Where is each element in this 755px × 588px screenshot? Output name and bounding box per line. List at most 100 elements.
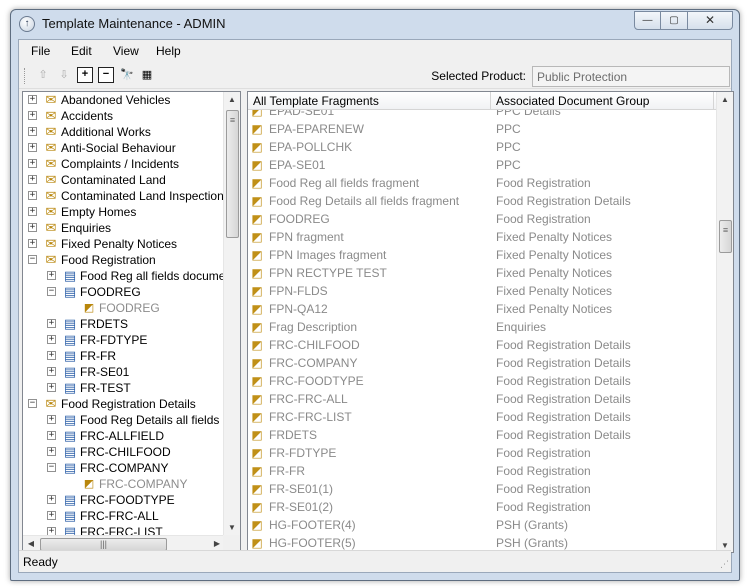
list-row[interactable]: ◩ EPA-SE01 PPC [248, 156, 718, 174]
expand-icon[interactable]: + [28, 127, 37, 136]
tree-node[interactable]: + ✉ Accidents [23, 108, 225, 124]
column-separator[interactable] [490, 92, 491, 110]
list-row[interactable]: ◩ FR-FR Food Registration [248, 462, 718, 480]
tree-node[interactable]: + ▤ FRC-FOODTYPE [23, 492, 225, 508]
expand-icon[interactable]: + [28, 175, 37, 184]
tree-node[interactable]: + ✉ Contaminated Land [23, 172, 225, 188]
template-tree[interactable]: + ✉ Abandoned Vehicles + ✉ Accidents + ✉ Additio… [23, 92, 225, 536]
move-up-icon[interactable]: ⇧ [35, 67, 51, 83]
tree-node[interactable]: + ▤ Food Reg Details all fields d [23, 412, 225, 428]
list-row[interactable]: ◩ Food Reg Details all fields fragment Foo… [248, 192, 718, 210]
tree-node[interactable]: + ▤ FRC-ALLFIELD [23, 428, 225, 444]
size-grip-icon[interactable]: ⋰ [720, 559, 729, 570]
expand-icon[interactable]: + [28, 143, 37, 152]
expand-icon[interactable]: + [47, 319, 56, 328]
pane-splitter[interactable] [243, 91, 246, 553]
tree-node[interactable]: + ▤ FRC-CHILFOOD [23, 444, 225, 460]
tree-node[interactable]: + ▤ FR-TEST [23, 380, 225, 396]
list-row[interactable]: ◩ FR-FDTYPE Food Registration [248, 444, 718, 462]
tree-node[interactable]: + ✉ Complaints / Incidents [23, 156, 225, 172]
expand-all-icon[interactable]: + [77, 67, 93, 83]
tree-node[interactable]: − ✉ Food Registration Details [23, 396, 225, 412]
tree-node[interactable]: ◩ FRC-COMPANY [23, 476, 225, 492]
expand-icon[interactable]: + [28, 239, 37, 248]
expand-icon[interactable]: + [28, 207, 37, 216]
tree-node[interactable]: + ▤ FR-FR [23, 348, 225, 364]
tree-node[interactable]: + ✉ Anti-Social Behaviour [23, 140, 225, 156]
list-row[interactable]: ◩ Food Reg all fields fragment Food Regist… [248, 174, 718, 192]
tree-node[interactable]: ◩ FOODREG [23, 300, 225, 316]
list-scroll-thumb[interactable]: ≡ [719, 220, 732, 253]
menu-help[interactable]: Help [156, 44, 181, 58]
collapse-icon[interactable]: − [28, 399, 37, 408]
list-row[interactable]: ◩ FOODREG Food Registration [248, 210, 718, 228]
collapse-all-icon[interactable]: − [98, 67, 114, 83]
list-vertical-scrollbar[interactable]: ▲ ≡ ▼ [716, 92, 733, 552]
tree-node[interactable]: − ✉ Food Registration [23, 252, 225, 268]
tree-node[interactable]: + ✉ Contaminated Land Inspections [23, 188, 225, 204]
list-row[interactable]: ◩ FR-SE01(1) Food Registration [248, 480, 718, 498]
title-bar[interactable]: ↑ Template Maintenance - ADMIN — ▢ ✕ [11, 10, 739, 38]
move-down-icon[interactable]: ⇩ [56, 67, 72, 83]
list-row[interactable]: ◩ FPN-QA12 Fixed Penalty Notices [248, 300, 718, 318]
expand-icon[interactable]: + [28, 223, 37, 232]
expand-icon[interactable]: + [47, 415, 56, 424]
list-row[interactable]: ◩ FRC-COMPANY Food Registration Details [248, 354, 718, 372]
tree-node[interactable]: − ▤ FRC-COMPANY [23, 460, 225, 476]
tree-node[interactable]: + ▤ FR-FDTYPE [23, 332, 225, 348]
expand-icon[interactable]: + [47, 271, 56, 280]
list-row[interactable]: ◩ EPA-POLLCHK PPC [248, 138, 718, 156]
tree-node[interactable]: + ✉ Empty Homes [23, 204, 225, 220]
collapse-icon[interactable]: − [47, 287, 56, 296]
list-row[interactable]: ◩ FRC-CHILFOOD Food Registration Details [248, 336, 718, 354]
list-row[interactable]: ◩ FRC-FRC-ALL Food Registration Details [248, 390, 718, 408]
tree-node[interactable]: + ▤ FRDETS [23, 316, 225, 332]
minimize-button[interactable]: — [634, 11, 661, 30]
tree-node[interactable]: + ▤ Food Reg all fields docume [23, 268, 225, 284]
tree-vertical-scrollbar[interactable]: ▲ ≡ ▼ [223, 92, 240, 536]
column-separator[interactable] [713, 92, 714, 110]
properties-icon[interactable]: ▦ [139, 67, 155, 83]
list-row[interactable]: ◩ FRC-FOODTYPE Food Registration Details [248, 372, 718, 390]
tree-node[interactable]: + ✉ Fixed Penalty Notices [23, 236, 225, 252]
tree-scroll-thumb[interactable]: ≡ [226, 110, 239, 238]
list-row[interactable]: ◩ EPA-EPARENEW PPC [248, 120, 718, 138]
tree-node[interactable]: + ✉ Abandoned Vehicles [23, 92, 225, 108]
menu-view[interactable]: View [113, 44, 139, 58]
list-row[interactable]: ◩ Frag Description Enquiries [248, 318, 718, 336]
expand-icon[interactable]: + [28, 191, 37, 200]
expand-icon[interactable]: + [47, 351, 56, 360]
column-header-document-group[interactable]: Associated Document Group [496, 94, 649, 108]
list-row[interactable]: ◩ FPN fragment Fixed Penalty Notices [248, 228, 718, 246]
list-row[interactable]: ◩ FR-SE01(2) Food Registration [248, 498, 718, 516]
expand-icon[interactable]: + [47, 431, 56, 440]
expand-icon[interactable]: + [47, 383, 56, 392]
expand-icon[interactable]: + [47, 367, 56, 376]
expand-icon[interactable]: + [47, 335, 56, 344]
expand-icon[interactable]: + [47, 511, 56, 520]
expand-icon[interactable]: + [28, 95, 37, 104]
tree-node[interactable]: − ▤ FOODREG [23, 284, 225, 300]
list-row[interactable]: ◩ FRDETS Food Registration Details [248, 426, 718, 444]
list-row[interactable]: ◩ FPN-FLDS Fixed Penalty Notices [248, 282, 718, 300]
list-row[interactable]: ◩ EPAD-SE01 PPC Details [248, 110, 718, 120]
scroll-up-arrow-icon[interactable]: ▲ [224, 92, 240, 108]
maximize-button[interactable]: ▢ [661, 11, 688, 30]
binoculars-icon[interactable]: 🔭 [119, 67, 135, 83]
tree-node[interactable]: + ✉ Enquiries [23, 220, 225, 236]
expand-icon[interactable]: + [28, 111, 37, 120]
toolbar-grip[interactable] [24, 68, 26, 84]
menu-file[interactable]: File [31, 44, 50, 58]
list-row[interactable]: ◩ FPN Images fragment Fixed Penalty Notice… [248, 246, 718, 264]
list-row[interactable]: ◩ FRC-FRC-LIST Food Registration Details [248, 408, 718, 426]
list-row[interactable]: ◩ FPN RECTYPE TEST Fixed Penalty Notices [248, 264, 718, 282]
expand-icon[interactable]: + [47, 495, 56, 504]
scroll-up-arrow-icon[interactable]: ▲ [717, 92, 733, 108]
tree-node[interactable]: + ▤ FR-SE01 [23, 364, 225, 380]
list-row[interactable]: ◩ HG-FOOTER(4) PSH (Grants) [248, 516, 718, 534]
collapse-icon[interactable]: − [47, 463, 56, 472]
collapse-icon[interactable]: − [28, 255, 37, 264]
expand-icon[interactable]: + [47, 447, 56, 456]
tree-node[interactable]: + ▤ FRC-FRC-ALL [23, 508, 225, 524]
scroll-down-arrow-icon[interactable]: ▼ [224, 520, 240, 536]
